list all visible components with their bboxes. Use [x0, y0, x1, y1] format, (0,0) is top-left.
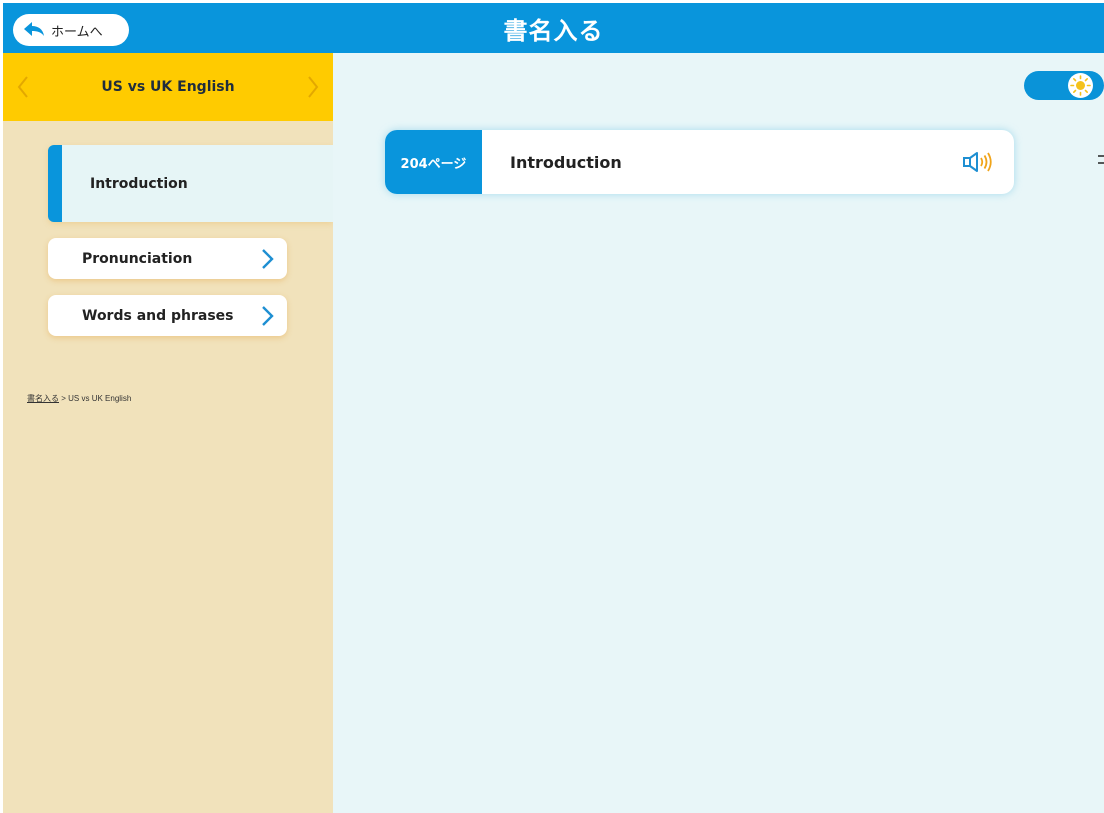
main-content: 204ページ Introduction	[333, 53, 1104, 813]
sun-icon	[1068, 73, 1093, 98]
sidebar-title: US vs UK English	[101, 79, 235, 95]
page-badge: 204ページ	[385, 130, 482, 194]
breadcrumb-current: US vs UK English	[68, 394, 132, 403]
sidebar-item-introduction[interactable]: Introduction	[48, 145, 333, 222]
breadcrumb: 書名入る > US vs UK English	[27, 393, 131, 404]
next-chapter-button[interactable]	[303, 75, 323, 99]
section-card[interactable]: 204ページ Introduction	[385, 130, 1014, 194]
theme-toggle[interactable]	[1024, 71, 1104, 100]
chevron-right-icon	[262, 306, 274, 326]
section-title: Introduction	[510, 152, 622, 172]
top-bar: ホームへ 書名入る	[3, 3, 1104, 53]
clipped-edge-icon	[1095, 152, 1104, 166]
chevron-right-icon	[262, 249, 274, 269]
sidebar-item-label: Words and phrases	[82, 307, 234, 324]
sidebar-item-pronunciation[interactable]: Pronunciation	[48, 238, 287, 279]
breadcrumb-root-link[interactable]: 書名入る	[27, 394, 59, 403]
sidebar-item-label: Introduction	[90, 175, 188, 192]
chevron-left-icon	[17, 76, 28, 98]
sidebar-header: US vs UK English	[3, 53, 333, 121]
breadcrumb-separator: >	[61, 394, 66, 403]
sidebar-item-words-and-phrases[interactable]: Words and phrases	[48, 295, 287, 336]
app-title: 書名入る	[503, 16, 604, 45]
app-window: ホームへ 書名入る US vs UK English Introduction …	[0, 0, 1104, 813]
chevron-right-icon	[308, 76, 319, 98]
sidebar-item-label: Pronunciation	[82, 250, 193, 267]
speaker-icon	[963, 152, 992, 172]
sidebar: US vs UK English Introduction Pronunciat…	[3, 53, 333, 813]
prev-chapter-button[interactable]	[13, 75, 33, 99]
audio-play-button[interactable]	[954, 130, 1004, 194]
